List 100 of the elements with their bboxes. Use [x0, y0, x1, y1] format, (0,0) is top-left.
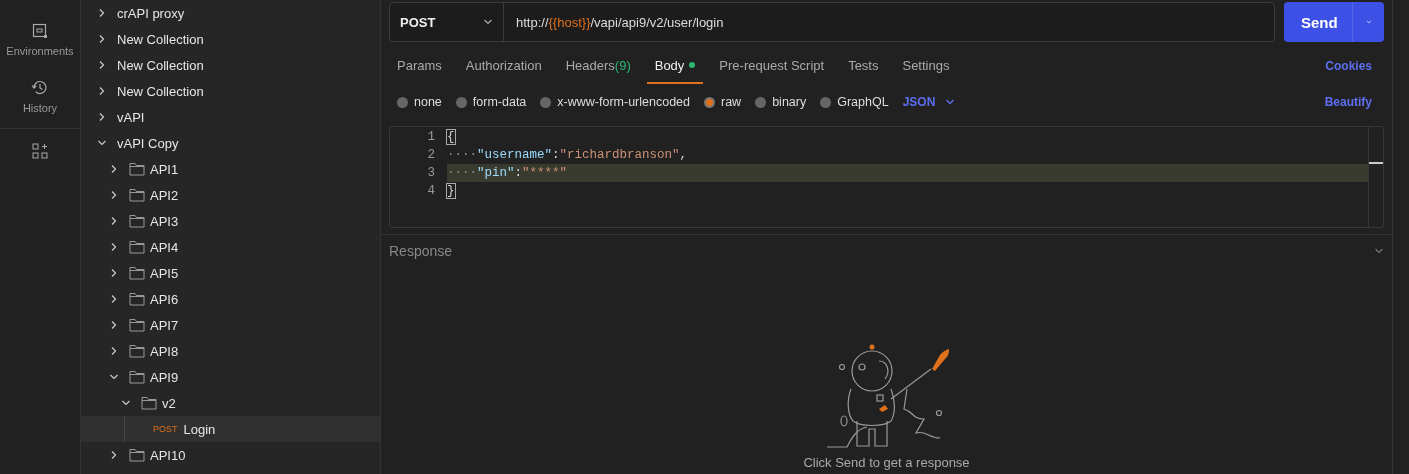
request-tab[interactable]: Tests: [840, 48, 887, 84]
tree-item[interactable]: API5: [81, 260, 380, 286]
chevron-icon: [97, 86, 107, 96]
tree-item[interactable]: crAPI proxy: [81, 0, 380, 26]
chevron-icon: [121, 398, 131, 408]
chevron-icon: [109, 320, 119, 330]
tree-item[interactable]: API1: [81, 156, 380, 182]
chevron-icon: [109, 346, 119, 356]
chevron-icon: [109, 372, 119, 382]
folder-icon: [129, 370, 145, 384]
request-tab[interactable]: Params: [389, 48, 450, 84]
chevron-icon: [109, 294, 119, 304]
line-number: 4: [426, 184, 436, 198]
request-tab[interactable]: Body: [646, 48, 704, 84]
item-name: API2: [150, 187, 179, 203]
request-tab[interactable]: Authorization: [457, 48, 550, 84]
tree-item[interactable]: New Collection: [81, 26, 380, 52]
environment-icon: [32, 23, 48, 39]
chevron-icon: [109, 450, 119, 460]
item-name: API4: [150, 239, 179, 255]
send-button[interactable]: Send: [1284, 2, 1384, 42]
tree-item[interactable]: API2: [81, 182, 380, 208]
rail-nav-item[interactable]: Environments: [6, 12, 74, 68]
chevron-icon: [97, 60, 107, 70]
empty-response-message: Click Send to get a response: [803, 455, 970, 470]
chevron-icon: [109, 164, 119, 174]
response-title: Response: [389, 243, 453, 259]
item-name: API5: [150, 265, 179, 281]
chevron-icon: [109, 242, 119, 252]
method-label: POST: [153, 424, 178, 434]
line-number: 1: [426, 130, 436, 144]
chevron-icon: [109, 268, 119, 278]
tree-item[interactable]: POST Login: [81, 416, 380, 442]
folder-icon: [129, 188, 145, 202]
request-tab[interactable]: Settings: [894, 48, 958, 84]
history-icon: [31, 78, 49, 96]
body-type-radio[interactable]: form-data: [455, 95, 527, 109]
caret-icon: [945, 97, 956, 107]
tree-item[interactable]: API4: [81, 234, 380, 260]
item-name: v2: [162, 395, 176, 411]
grid-plus-icon[interactable]: [32, 143, 48, 159]
code-editor[interactable]: 1 { 2 ····"username":"richardbranson", 3 ····"pin":"****" 4 }: [389, 126, 1384, 228]
request-tab[interactable]: Headers(9): [557, 48, 639, 84]
body-type-radio[interactable]: binary: [755, 95, 807, 109]
chevron-icon: [97, 8, 107, 18]
body-type-radio[interactable]: x-www-form-urlencoded: [540, 95, 690, 109]
chevron-icon: [109, 190, 119, 200]
folder-icon: [129, 448, 145, 462]
item-name: Login: [183, 421, 216, 437]
tree-item[interactable]: API3: [81, 208, 380, 234]
line-number: 3: [426, 166, 436, 180]
request-tab[interactable]: Pre-request Script: [711, 48, 833, 84]
item-name: crAPI proxy: [117, 5, 185, 21]
folder-icon: [141, 396, 157, 410]
item-name: API3: [150, 213, 179, 229]
folder-icon: [129, 266, 145, 280]
tree-item[interactable]: API10: [81, 442, 380, 468]
tree-item[interactable]: New Collection: [81, 52, 380, 78]
item-name: API10: [150, 447, 186, 463]
folder-icon: [129, 318, 145, 332]
chevron-icon: [97, 112, 107, 122]
item-name: New Collection: [117, 31, 204, 47]
code-line: ····"username":"richardbranson",: [447, 147, 689, 164]
item-name: API9: [150, 369, 179, 385]
chevron-icon[interactable]: [1374, 246, 1384, 256]
folder-icon: [129, 292, 145, 306]
chevron-icon: [97, 138, 107, 148]
rail-nav-item[interactable]: History: [22, 68, 58, 124]
item-name: vAPI Copy: [117, 135, 179, 151]
body-type-radio[interactable]: raw: [704, 95, 742, 109]
tree-item[interactable]: API6: [81, 286, 380, 312]
item-name: vAPI: [117, 109, 145, 125]
chevron-icon: [109, 216, 119, 226]
language-dropdown[interactable]: JSON: [902, 95, 956, 109]
tree-item[interactable]: API8: [81, 338, 380, 364]
tree-item[interactable]: New Collection: [81, 78, 380, 104]
code-line: }: [447, 183, 456, 200]
beautify-link[interactable]: Beautify: [1324, 95, 1384, 109]
item-name: API7: [150, 317, 179, 333]
tree-item[interactable]: vAPI: [81, 104, 380, 130]
item-name: New Collection: [117, 57, 204, 73]
item-name: API6: [150, 291, 179, 307]
editor-scrollbar[interactable]: [1368, 127, 1383, 227]
tree-item[interactable]: v2: [81, 390, 380, 416]
item-name: API1: [150, 161, 179, 177]
tree-item[interactable]: vAPI Copy: [81, 130, 380, 156]
folder-icon: [129, 344, 145, 358]
folder-icon: [129, 240, 145, 254]
tree-item[interactable]: API7: [81, 312, 380, 338]
line-number: 2: [426, 148, 436, 162]
body-type-radio[interactable]: GraphQL: [820, 95, 889, 109]
folder-icon: [129, 162, 145, 176]
body-type-radio[interactable]: none: [397, 95, 442, 109]
cookies-link[interactable]: Cookies: [1325, 59, 1384, 73]
code-line: {: [447, 129, 456, 146]
item-name: New Collection: [117, 83, 204, 99]
tree-item[interactable]: API9: [81, 364, 380, 390]
folder-icon: [129, 214, 145, 228]
chevron-icon: [97, 34, 107, 44]
item-name: API8: [150, 343, 179, 359]
